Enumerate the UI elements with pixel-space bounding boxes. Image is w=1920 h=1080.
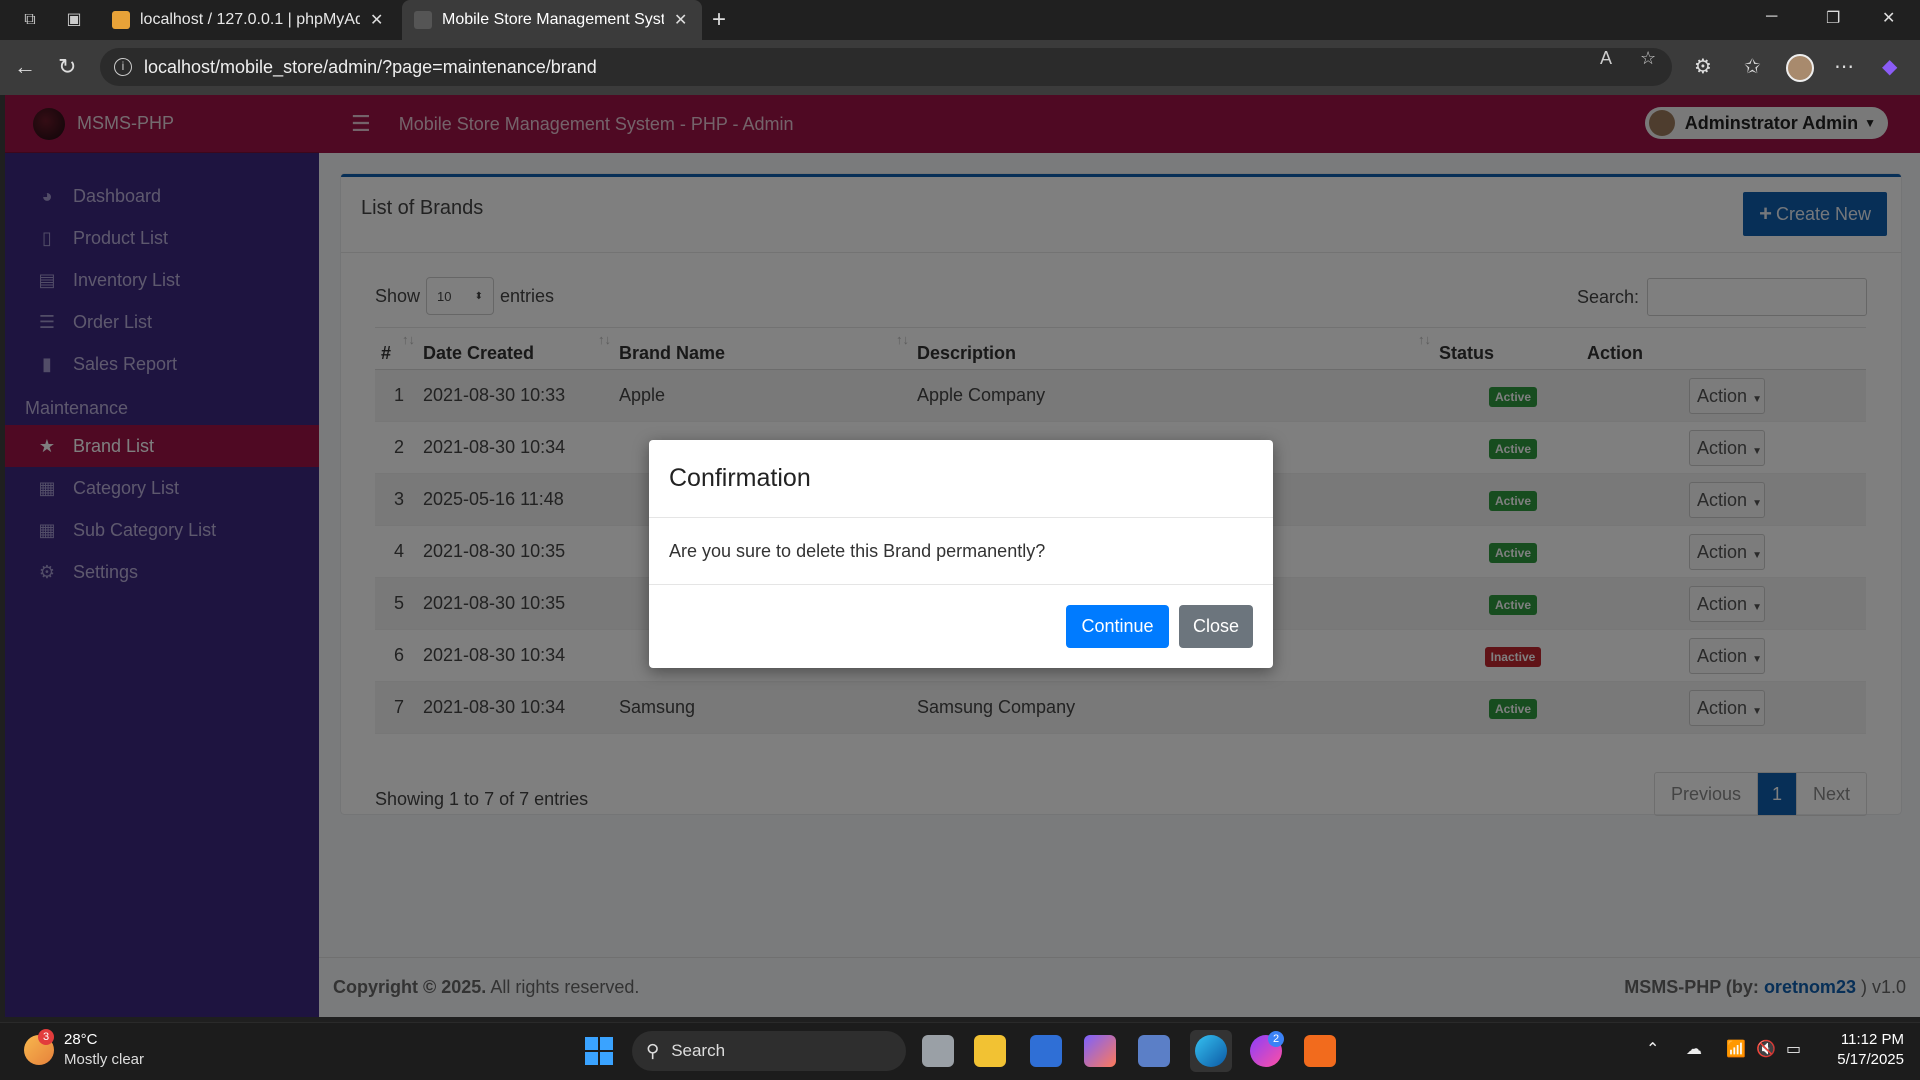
modal-footer: Continue Close xyxy=(649,585,1273,668)
url-text: localhost/mobile_store/admin/?page=maint… xyxy=(144,56,597,77)
refresh-icon[interactable]: ↻ xyxy=(58,54,76,80)
modal-title: Confirmation xyxy=(649,440,1273,518)
close-tab-icon[interactable]: ✕ xyxy=(674,10,687,30)
continue-button[interactable]: Continue xyxy=(1066,605,1169,648)
new-tab-icon[interactable]: + xyxy=(712,6,726,34)
browser-address-bar: ← ↻ i localhost/mobile_store/admin/?page… xyxy=(0,40,1920,95)
taskbar-search-label: Search xyxy=(671,1041,726,1060)
copilot-icon[interactable]: ◆ xyxy=(1882,54,1897,79)
task-view-icon[interactable] xyxy=(922,1035,954,1067)
copilot-app-icon[interactable] xyxy=(1084,1035,1116,1067)
minimize-icon[interactable]: ─ xyxy=(1766,8,1777,26)
battery-icon[interactable]: ▭ xyxy=(1786,1039,1801,1059)
messenger-badge: 2 xyxy=(1268,1031,1284,1047)
tab-actions-icon[interactable]: ▣ xyxy=(62,8,86,32)
edge-icon xyxy=(1195,1035,1227,1067)
volume-muted-icon[interactable]: 🔇 xyxy=(1756,1039,1776,1059)
clock-time[interactable]: 11:12 PM xyxy=(1834,1031,1904,1048)
browser-profile-avatar[interactable] xyxy=(1786,54,1814,82)
read-aloud-icon[interactable]: A xyxy=(1600,48,1612,69)
confirmation-modal: Confirmation Are you sure to delete this… xyxy=(649,440,1273,668)
url-field[interactable]: i localhost/mobile_store/admin/?page=mai… xyxy=(100,48,1672,86)
edge-taskbar-button[interactable] xyxy=(1190,1030,1232,1072)
extensions-icon[interactable]: ⚙ xyxy=(1694,54,1712,79)
browser-tab-bar: ⧉ ▣ localhost / 127.0.0.1 | phpMyAdm ✕ M… xyxy=(0,0,1920,40)
restore-icon[interactable]: ❐ xyxy=(1826,8,1840,28)
app-window: MSMS-PHP ◕ Dashboard ▯ Product List ▤ In… xyxy=(5,95,1920,1017)
weather-temperature[interactable]: 28°C xyxy=(64,1031,98,1048)
start-tile xyxy=(585,1052,598,1065)
xampp-icon[interactable] xyxy=(1304,1035,1336,1067)
favorite-star-icon[interactable]: ☆ xyxy=(1640,48,1656,69)
tab-mobile-store[interactable]: Mobile Store Management Systen ✕ xyxy=(402,0,702,40)
tab-phpmyadmin[interactable]: localhost / 127.0.0.1 | phpMyAdm ✕ xyxy=(100,0,410,40)
back-icon[interactable]: ← xyxy=(14,54,36,80)
windows-taskbar: 3 28°C Mostly clear ⚲ Search 2 ⌃ ☁ 📶 🔇 ▭… xyxy=(0,1022,1920,1080)
weather-description[interactable]: Mostly clear xyxy=(64,1051,144,1068)
start-tile xyxy=(585,1037,598,1050)
close-window-icon[interactable]: ✕ xyxy=(1882,8,1895,28)
close-button[interactable]: Close xyxy=(1179,605,1253,648)
phpmyadmin-favicon-icon xyxy=(112,11,130,29)
onedrive-icon[interactable]: ☁ xyxy=(1686,1039,1702,1059)
game-app-icon[interactable] xyxy=(1138,1035,1170,1067)
show-hidden-icons[interactable]: ⌃ xyxy=(1646,1039,1659,1059)
taskbar-search[interactable]: ⚲ Search xyxy=(632,1031,906,1071)
favorites-icon[interactable]: ✩ xyxy=(1744,54,1761,79)
page-favicon-icon xyxy=(414,11,432,29)
clock-date[interactable]: 5/17/2025 xyxy=(1824,1051,1904,1068)
store-icon[interactable] xyxy=(1030,1035,1062,1067)
start-tile xyxy=(600,1052,613,1065)
start-tile xyxy=(600,1037,613,1050)
workspaces-icon[interactable]: ⧉ xyxy=(18,8,42,32)
weather-badge: 3 xyxy=(38,1029,54,1045)
close-tab-icon[interactable]: ✕ xyxy=(370,10,383,30)
modal-message: Are you sure to delete this Brand perman… xyxy=(649,518,1273,585)
tab-title: localhost / 127.0.0.1 | phpMyAdm xyxy=(140,11,360,28)
search-icon: ⚲ xyxy=(646,1040,660,1061)
more-menu-icon[interactable]: ⋯ xyxy=(1834,54,1854,79)
file-explorer-icon[interactable] xyxy=(974,1035,1006,1067)
start-button[interactable] xyxy=(585,1037,613,1065)
tab-title: Mobile Store Management Systen xyxy=(442,11,664,28)
wifi-icon[interactable]: 📶 xyxy=(1726,1039,1746,1059)
site-info-icon[interactable]: i xyxy=(114,58,132,76)
